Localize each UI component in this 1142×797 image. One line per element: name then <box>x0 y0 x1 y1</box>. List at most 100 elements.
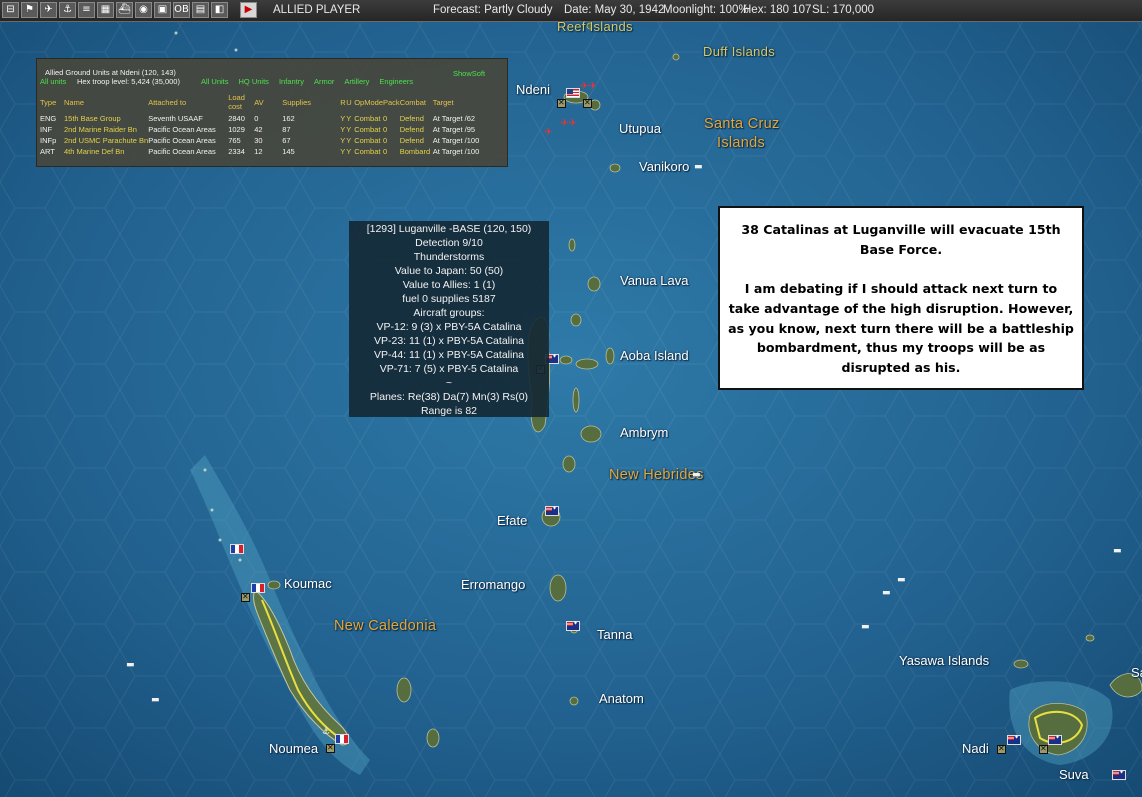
ground-units-panel[interactable]: Allied Ground Units at Ndeni (120, 143) … <box>36 58 508 167</box>
col-av[interactable]: AV <box>254 93 282 113</box>
end-turn-button[interactable]: ▶ <box>240 2 257 18</box>
label-aoba-island[interactable]: Aoba Island <box>620 348 689 363</box>
ship-icon[interactable]: ▬ <box>882 588 891 598</box>
cell-combat[interactable]: Defend <box>400 135 433 146</box>
base-noumea-icon[interactable] <box>326 743 335 753</box>
cell-opmode[interactable]: Combat <box>354 146 383 157</box>
col-attached[interactable]: Attached to <box>148 93 228 113</box>
label-duff-islands[interactable]: Duff Islands <box>703 44 775 59</box>
label-santa-cruz[interactable]: Santa Cruz <box>704 116 780 132</box>
cell-combat[interactable]: Defend <box>400 124 433 135</box>
list-button[interactable]: ≡ <box>78 2 95 18</box>
ship-icon[interactable]: ▬ <box>151 695 160 705</box>
au-flag-icon[interactable] <box>545 505 559 516</box>
us-flag-icon[interactable] <box>566 88 580 98</box>
cell-name[interactable]: 15th Base Group <box>64 113 148 124</box>
table-row[interactable]: ART 4th Marine Def Bn Pacific Ocean Area… <box>40 146 499 157</box>
label-yasawa-islands[interactable]: Yasawa Islands <box>899 653 989 668</box>
report-button[interactable]: ▤ <box>192 2 209 18</box>
au-flag-icon[interactable] <box>1048 734 1062 745</box>
label-new-caledonia[interactable]: New Caledonia <box>334 618 436 634</box>
cell-name[interactable]: 2nd Marine Raider Bn <box>64 124 148 135</box>
cell-opmode[interactable]: Combat <box>354 113 383 124</box>
fr-flag-icon[interactable] <box>230 544 244 554</box>
label-reef-islands[interactable]: Reef Islands <box>557 19 633 34</box>
cell-supplies: 145 <box>282 147 295 156</box>
aircraft-icon[interactable]: ✈✈ <box>580 81 597 92</box>
cell-name[interactable]: 2nd USMC Parachute Bn <box>64 135 148 146</box>
label-vanikoro[interactable]: Vanikoro <box>639 159 689 174</box>
label-vanua-lava[interactable]: Vanua Lava <box>620 273 688 288</box>
label-new-hebrides[interactable]: New Hebrides <box>609 467 704 483</box>
label-utupua[interactable]: Utupua <box>619 121 661 136</box>
label-tanna[interactable]: Tanna <box>597 627 632 642</box>
label-suva[interactable]: Suva <box>1059 767 1089 782</box>
label-anatom[interactable]: Anatom <box>599 691 644 706</box>
label-ndeni[interactable]: Ndeni <box>516 82 550 97</box>
aircraft-group: VP-12: 9 (3) x PBY-5A Catalina <box>376 321 522 333</box>
bases-button[interactable]: ▣ <box>154 2 171 18</box>
label-islands[interactable]: Islands <box>717 135 765 151</box>
label-efate[interactable]: Efate <box>497 513 527 528</box>
col-name[interactable]: Name <box>64 93 148 113</box>
col-type[interactable]: Type <box>40 93 64 113</box>
cell-combat[interactable]: Defend <box>400 113 433 124</box>
ob-button[interactable]: OB <box>173 2 190 18</box>
aircraft-icon[interactable]: ✈✈ <box>560 118 577 129</box>
table-row[interactable]: INFp 2nd USMC Parachute Bn Pacific Ocean… <box>40 135 499 146</box>
base-ndeni-icon[interactable] <box>557 98 566 108</box>
col-combat[interactable]: Combat <box>400 93 433 113</box>
label-sa[interactable]: Sa <box>1131 665 1142 680</box>
col-load[interactable]: Load cost <box>228 93 254 113</box>
filter-hq-units[interactable]: HQ Units <box>239 77 269 86</box>
label-ambrym[interactable]: Ambrym <box>620 425 668 440</box>
label-erromango[interactable]: Erromango <box>461 577 525 592</box>
ship-icon[interactable]: ▬ <box>897 575 906 585</box>
filter-armor[interactable]: Armor <box>314 77 334 86</box>
col-opmode[interactable]: OpMode <box>354 93 383 113</box>
filter-artillery[interactable]: Artillery <box>344 77 369 86</box>
ship-icon[interactable]: ▬ <box>861 622 870 632</box>
ship-icon[interactable]: ▬ <box>694 162 703 172</box>
au-flag-icon[interactable] <box>1007 734 1021 745</box>
ships-button[interactable]: ⛴ <box>116 2 133 18</box>
table-row[interactable]: INF 2nd Marine Raider Bn Pacific Ocean A… <box>40 124 499 135</box>
base-koumac-icon[interactable] <box>241 592 250 602</box>
base-icon[interactable] <box>583 98 592 108</box>
cell-name[interactable]: 4th Marine Def Bn <box>64 146 148 157</box>
flag-button[interactable]: ⚑ <box>21 2 38 18</box>
window-button[interactable]: ◧ <box>211 2 228 18</box>
cell-opmode[interactable]: Combat <box>354 124 383 135</box>
naval-button[interactable]: ⚓ <box>59 2 76 18</box>
label-noumea[interactable]: Noumea <box>269 741 318 756</box>
show-soft-toggle[interactable]: ShowSoft <box>453 69 485 78</box>
globe-button[interactable]: ◉ <box>135 2 152 18</box>
col-target[interactable]: Target <box>433 93 499 113</box>
table-row[interactable]: ENG 15th Base Group Seventh USAAF 2840 0… <box>40 113 499 124</box>
col-supplies[interactable]: Supplies <box>282 93 340 113</box>
filter-engineers[interactable]: Engineers <box>379 77 413 86</box>
air-ops-button[interactable]: ✈ <box>40 2 57 18</box>
filter-infantry[interactable]: Infantry <box>279 77 304 86</box>
minimize-button[interactable]: ⊟ <box>2 2 19 18</box>
base-nadi-icon[interactable] <box>997 744 1006 754</box>
filter-all-units[interactable]: All Units <box>201 77 229 86</box>
ship-icon[interactable]: ▬ <box>692 470 701 480</box>
label-koumac[interactable]: Koumac <box>284 576 332 591</box>
fr-flag-icon[interactable] <box>251 583 265 593</box>
fr-flag-icon[interactable] <box>335 734 349 744</box>
aircraft-icon[interactable]: ✈ <box>544 127 552 138</box>
ship-icon[interactable]: ▬ <box>126 660 135 670</box>
cell-combat[interactable]: Bombard <box>400 146 433 157</box>
au-flag-icon[interactable] <box>1112 769 1126 780</box>
au-flag-icon[interactable] <box>566 620 580 631</box>
all-units-link[interactable]: All units <box>40 77 66 86</box>
grid-button[interactable]: ▦ <box>97 2 114 18</box>
ship-icon[interactable]: ▬ <box>1113 546 1122 556</box>
cell-opmode[interactable]: Combat <box>354 135 383 146</box>
value-japan: Value to Japan: 50 (50) <box>394 265 504 277</box>
label-nadi[interactable]: Nadi <box>962 741 989 756</box>
col-pack[interactable]: Pack <box>383 93 400 113</box>
col-u[interactable]: U <box>346 93 354 113</box>
base-suva-icon[interactable] <box>1039 744 1048 754</box>
